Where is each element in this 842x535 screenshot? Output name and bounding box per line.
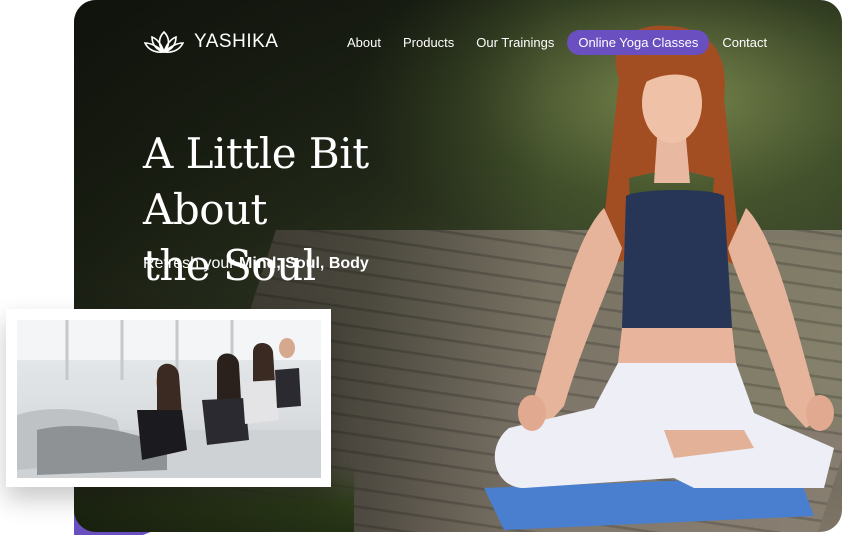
hero-subline-bold: Mind, Soul, Body xyxy=(239,255,369,272)
nav-item-products[interactable]: Products xyxy=(403,35,454,50)
yoga-class-image xyxy=(17,320,321,478)
main-nav: About Products Our Trainings Online Yoga… xyxy=(336,30,778,55)
hero-headline-line1: A Little Bit About xyxy=(143,129,369,234)
nav-item-online-yoga-classes[interactable]: Online Yoga Classes xyxy=(567,30,710,55)
meditating-woman-image xyxy=(484,25,834,530)
hero-subline: Refresh your Mind, Soul, Body xyxy=(143,255,369,273)
inset-photo-card xyxy=(6,309,331,487)
brand-name: YASHIKA xyxy=(194,31,279,52)
nav-item-our-trainings[interactable]: Our Trainings xyxy=(476,35,554,50)
hero-subline-prefix: Refresh your xyxy=(143,255,235,272)
lotus-icon xyxy=(144,30,184,54)
brand-logo[interactable]: YASHIKA xyxy=(144,28,278,56)
nav-item-contact[interactable]: Contact xyxy=(722,35,767,50)
nav-item-about[interactable]: About xyxy=(347,35,381,50)
